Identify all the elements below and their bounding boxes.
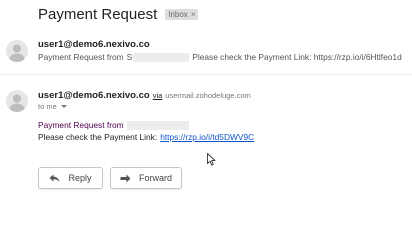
caret-down-icon [60,105,67,108]
message1-sender[interactable]: user1@demo6.nexivo.co [38,39,150,50]
message2-sender[interactable]: user1@demo6.nexivo.co [38,90,150,101]
forward-arrow-icon [120,174,131,183]
forward-label: Forward [138,173,172,183]
via-link[interactable]: via [153,91,163,100]
message-divider [0,74,412,75]
body-line2-text: Please check the Payment Link: [38,132,158,142]
snippet-suffix: Please check the Payment Link: https://r… [192,52,402,62]
reply-label: Reply [68,173,92,183]
snippet-first-letter: S [126,52,133,62]
snippet-prefix: Payment Request from [38,52,124,62]
sender-avatar-icon [6,90,28,112]
message2-header: user1@demo6.nexivo.co via usermail.zohod… [38,90,251,101]
redacted-name [133,52,190,62]
reply-arrow-icon [49,174,60,183]
email-subject: Payment Request [38,5,158,23]
forward-button[interactable]: Forward [110,167,182,189]
sender-avatar-icon [6,40,28,62]
message-body-line2: Please check the Payment Link: https://rz… [38,132,254,142]
mouse-pointer-icon [207,153,216,171]
redacted-name [126,120,189,130]
reply-button[interactable]: Reply [38,167,103,189]
via-domain: usermail.zohodeluge.com [165,91,251,100]
inbox-label-chip[interactable]: Inbox × [165,8,199,20]
payment-link[interactable]: https://rzp.io/i/td5DWV9C [160,132,254,142]
body-line1-text: Payment Request from [38,120,124,130]
subject-row: Payment Request Inbox × [38,4,199,24]
inbox-label-text: Inbox [168,9,188,19]
remove-label-icon[interactable]: × [191,10,196,19]
to-me-label: to me [38,102,57,111]
message1-snippet[interactable]: Payment Request from S Please check the … [38,52,402,62]
recipient-details-toggle[interactable]: to me [38,102,67,111]
message-body-line1: Payment Request from [38,120,189,130]
